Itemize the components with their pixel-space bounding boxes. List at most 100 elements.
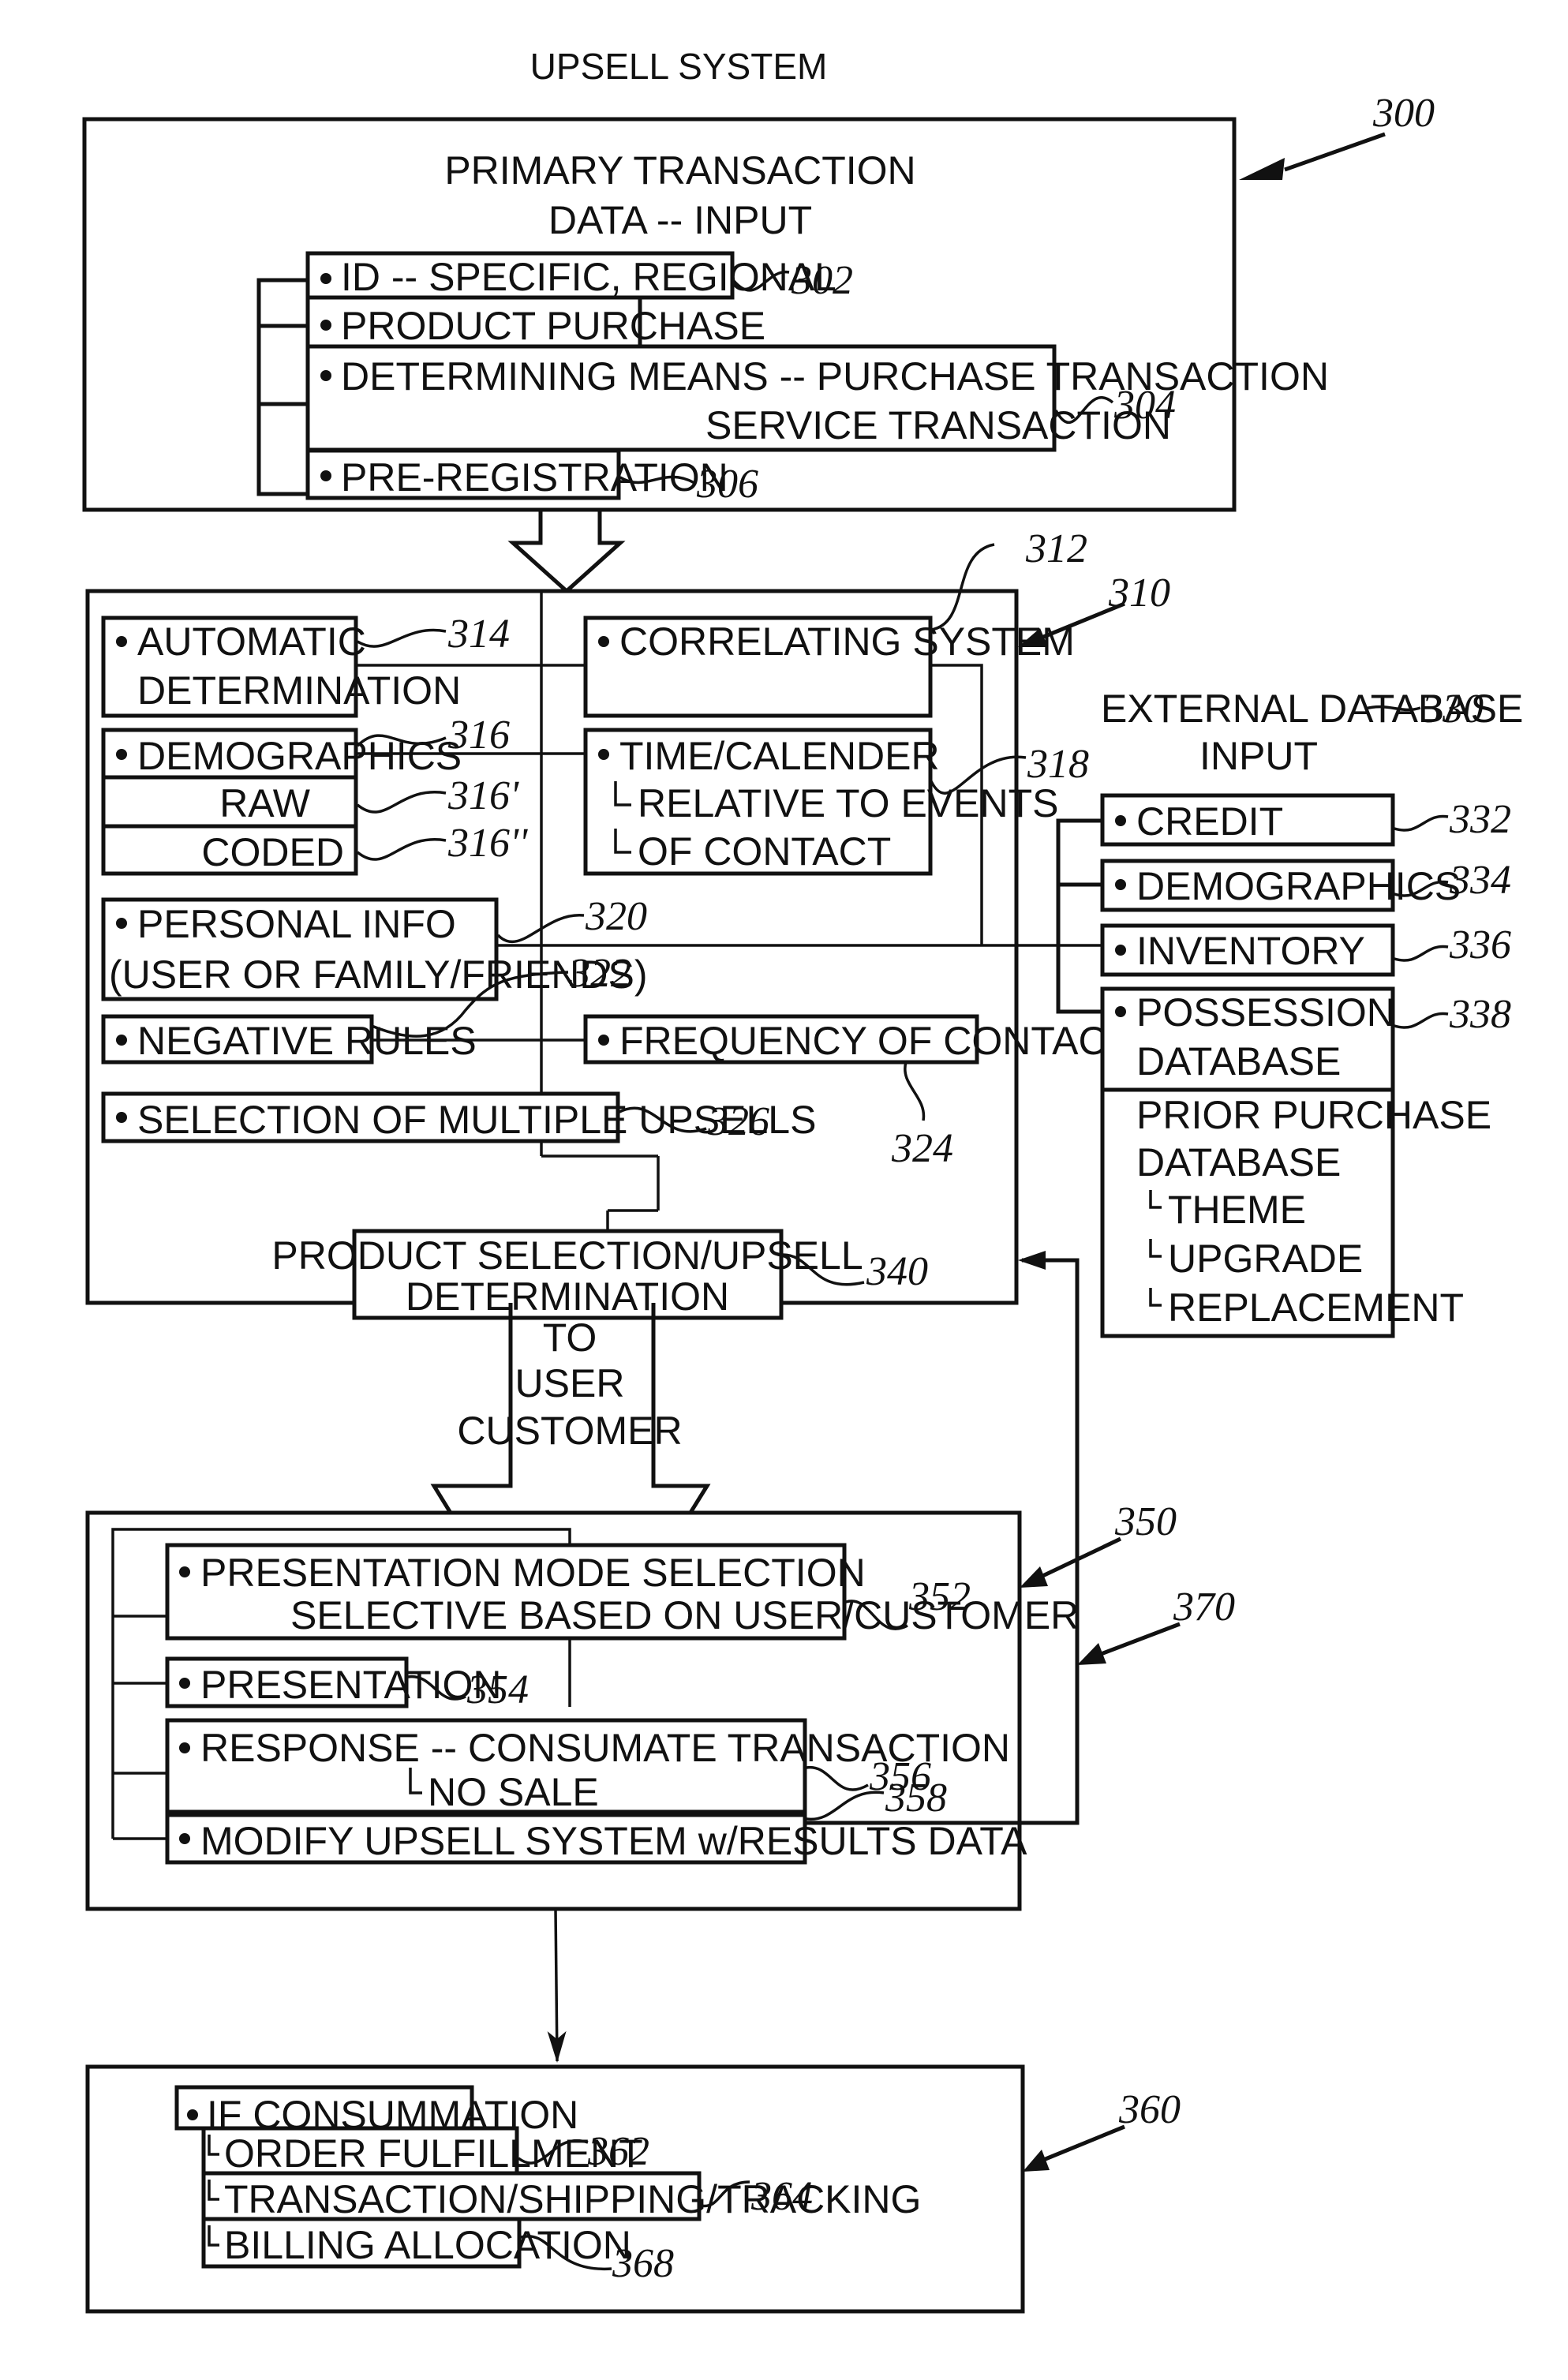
external-item-inventory-label: INVENTORY bbox=[1136, 929, 1365, 973]
external-db-bracket bbox=[1056, 818, 1102, 1014]
bullet-icon bbox=[320, 273, 331, 284]
ref-354: 354 bbox=[466, 1667, 529, 1712]
demographics-label: DEMOGRAPHICS bbox=[137, 734, 462, 778]
frequency-of-contact-label: FREQUENCY OF CONTACT bbox=[619, 1019, 1131, 1063]
ref-300-leader bbox=[1284, 132, 1386, 172]
personal-info-label1: PERSONAL INFO bbox=[137, 902, 456, 946]
ref-304: 304 bbox=[1113, 383, 1176, 428]
ref-310: 310 bbox=[1108, 571, 1170, 616]
external-item-possession-label1: POSSESSION bbox=[1136, 990, 1395, 1035]
bullet-icon bbox=[116, 918, 127, 929]
bullet-icon bbox=[1115, 879, 1126, 890]
bullet-icon bbox=[1115, 945, 1126, 956]
primary-heading-line1: PRIMARY TRANSACTION bbox=[444, 148, 915, 193]
ref-336: 336 bbox=[1449, 922, 1511, 967]
ref-336-leader bbox=[1394, 945, 1449, 962]
presentation-mode-label1: PRESENTATION MODE SELECTION bbox=[200, 1551, 866, 1595]
ref-368: 368 bbox=[612, 2241, 674, 2286]
ref-300-arrowhead bbox=[1239, 158, 1285, 180]
modify-upsell-system-label: MODIFY UPSELL SYSTEM w/RESULTS DATA bbox=[200, 1819, 1027, 1863]
bullet-icon bbox=[320, 470, 331, 481]
bullet-icon bbox=[598, 1035, 609, 1046]
ref-364: 364 bbox=[750, 2174, 813, 2219]
primary-heading-line2: DATA -- INPUT bbox=[548, 198, 812, 242]
arrow-label-to: TO bbox=[543, 1315, 597, 1360]
diagram-title: UPSELL SYSTEM bbox=[530, 46, 828, 87]
ref-300: 300 bbox=[1372, 91, 1435, 136]
prior-purchase-label2: DATABASE bbox=[1136, 1140, 1341, 1184]
prior-purchase-upgrade: UPGRADE bbox=[1168, 1237, 1363, 1281]
correlating-system-label: CORRELATING SYSTEM bbox=[619, 619, 1075, 664]
ref-312: 312 bbox=[1025, 526, 1087, 571]
ref-370-arrowhead bbox=[1077, 1643, 1106, 1665]
ref-350: 350 bbox=[1114, 1499, 1177, 1544]
ref-316: 316 bbox=[447, 713, 510, 758]
external-db-heading2: INPUT bbox=[1199, 734, 1318, 778]
prior-purchase-replacement: REPLACEMENT bbox=[1168, 1285, 1464, 1330]
bullet-icon bbox=[116, 749, 127, 760]
ref-350-arrowhead bbox=[1020, 1566, 1048, 1588]
ref-338: 338 bbox=[1449, 992, 1511, 1037]
bullet-icon bbox=[598, 636, 609, 647]
ref-334: 334 bbox=[1449, 858, 1511, 903]
time-calender-label2: RELATIVE TO EVENTS bbox=[638, 781, 1059, 825]
bullet-icon bbox=[1115, 815, 1126, 826]
bullet-icon bbox=[116, 1112, 127, 1123]
ref-338-leader bbox=[1394, 1012, 1449, 1029]
bullet-icon bbox=[179, 1678, 190, 1689]
external-item-demographics-label: DEMOGRAPHICS bbox=[1136, 864, 1461, 908]
transaction-shipping-tracking-label: TRANSACTION/SHIPPING/TRACKING bbox=[224, 2177, 921, 2221]
ref-314: 314 bbox=[447, 612, 510, 657]
bullet-icon bbox=[320, 320, 331, 331]
ref-302: 302 bbox=[791, 258, 853, 303]
product-selection-label1: PRODUCT SELECTION/UPSELL bbox=[271, 1233, 863, 1278]
prior-purchase-theme: THEME bbox=[1168, 1188, 1306, 1232]
primary-item-id-label: ID -- SPECIFIC, REGIONAL bbox=[341, 255, 836, 299]
ref-316-double-prime: 316'' bbox=[447, 821, 528, 866]
arrow-label-customer: CUSTOMER bbox=[457, 1409, 682, 1453]
time-calender-label1: TIME/CALENDER bbox=[619, 734, 940, 778]
bullet-icon bbox=[187, 2109, 198, 2120]
primary-item-determining-means-label: DETERMINING MEANS -- PURCHASE TRANSACTIO… bbox=[341, 354, 1329, 399]
ref-360-arrowhead bbox=[1023, 2150, 1050, 2172]
ref-360: 360 bbox=[1118, 2087, 1181, 2132]
ref-340: 340 bbox=[866, 1249, 928, 1294]
flow-arrow-350-to-360 bbox=[547, 1908, 567, 2063]
primary-item-product-purchase-label: PRODUCT PURCHASE bbox=[341, 304, 765, 348]
feedback-loop-arrowhead bbox=[1018, 1251, 1046, 1270]
ref-332: 332 bbox=[1449, 797, 1511, 842]
bullet-icon bbox=[320, 370, 331, 381]
ref-316-prime: 316' bbox=[447, 773, 519, 818]
automatic-determination-label1: AUTOMATIC bbox=[137, 619, 366, 664]
ref-370-leader bbox=[1096, 1622, 1181, 1658]
ref-306: 306 bbox=[696, 462, 758, 507]
arrow-label-user: USER bbox=[515, 1361, 625, 1405]
upsell-system-diagram: UPSELL SYSTEM PRIMARY TRANSACTION DATA -… bbox=[82, 46, 1523, 2314]
response-label2: NO SALE bbox=[428, 1770, 599, 1814]
ref-324: 324 bbox=[891, 1126, 953, 1171]
bullet-icon bbox=[1115, 1006, 1126, 1017]
ref-362: 362 bbox=[587, 2129, 649, 2174]
demographics-raw-label: RAW bbox=[219, 781, 311, 825]
ref-352: 352 bbox=[908, 1574, 971, 1619]
ref-320: 320 bbox=[585, 894, 647, 939]
bullet-icon bbox=[116, 1035, 127, 1046]
ref-370: 370 bbox=[1173, 1585, 1235, 1630]
ref-332-leader bbox=[1394, 814, 1449, 832]
flow-arrow-300-to-310 bbox=[507, 510, 626, 594]
ref-318: 318 bbox=[1027, 742, 1089, 787]
time-calender-label3: OF CONTACT bbox=[638, 829, 891, 874]
ref-322: 322 bbox=[569, 951, 631, 996]
ref-358: 358 bbox=[885, 1776, 947, 1821]
product-selection-label2: DETERMINATION bbox=[406, 1274, 729, 1319]
bullet-icon bbox=[598, 749, 609, 760]
personal-info-label2: (USER OR FAMILY/FRIENDS) bbox=[109, 952, 647, 997]
ref-330: 330 bbox=[1421, 687, 1484, 732]
bullet-icon bbox=[116, 636, 127, 647]
automatic-determination-label2: DETERMINATION bbox=[137, 668, 461, 713]
bullet-icon bbox=[179, 1742, 190, 1753]
prior-purchase-label1: PRIOR PURCHASE bbox=[1136, 1093, 1491, 1137]
ref-360-leader bbox=[1037, 2124, 1125, 2165]
bullet-icon bbox=[179, 1833, 190, 1844]
demographics-coded-label: CODED bbox=[201, 830, 344, 874]
